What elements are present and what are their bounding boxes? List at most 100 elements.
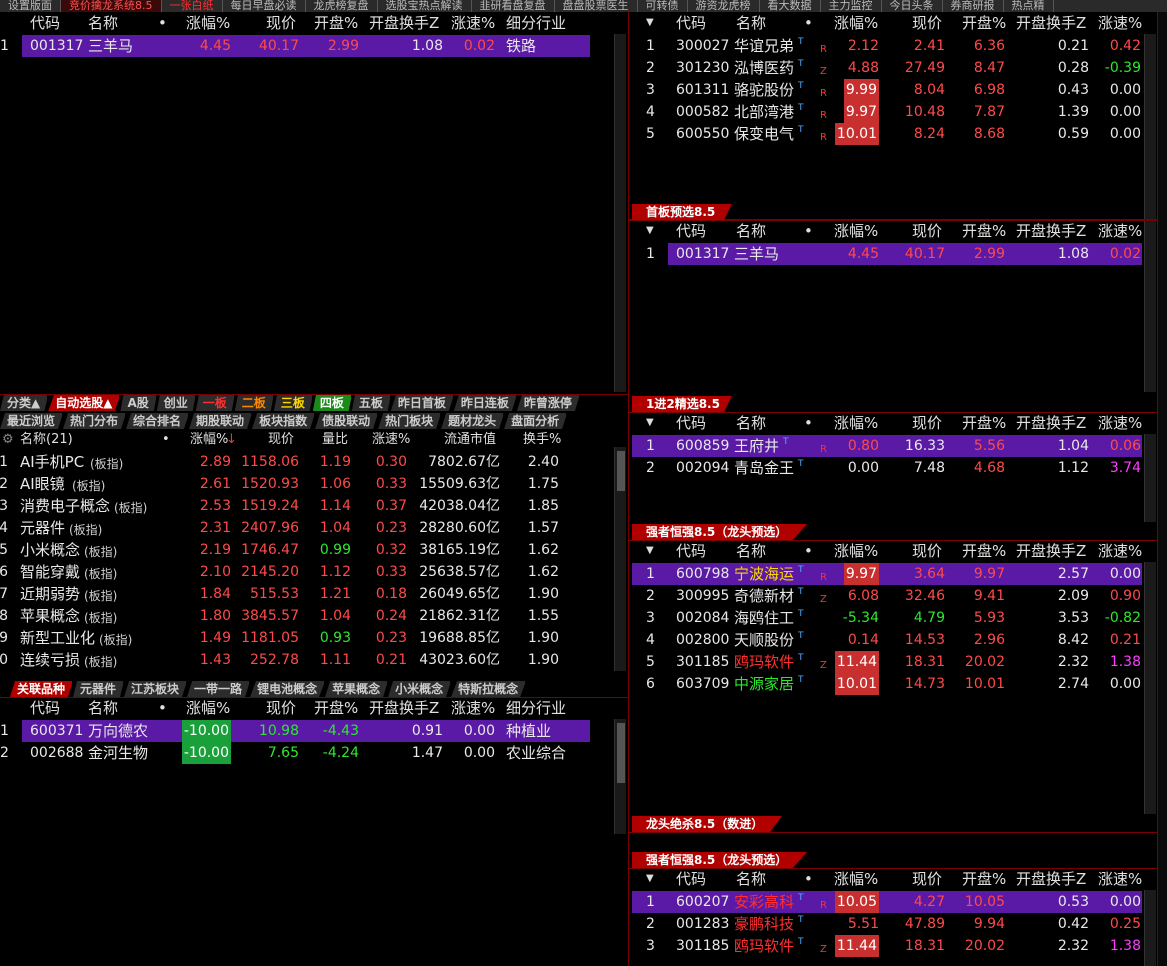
open-pct: 5.56 xyxy=(973,438,1005,454)
sort-arrow-icon: ▼ xyxy=(646,17,654,28)
sector-row[interactable]: 2 AI眼镜 (板指) 2.61 1520.93 1.06 0.33 15509.63亿 1.7… xyxy=(0,473,612,495)
sector-row[interactable]: 8 苹果概念 (板指) 1.80 3845.57 1.04 0.24 21862.31亿 1.5… xyxy=(0,605,612,627)
speed: -0.39 xyxy=(1104,60,1141,76)
turnover: 1.90 xyxy=(527,652,559,668)
tab-7[interactable]: 四板 xyxy=(312,395,352,411)
sector-row[interactable]: 1 AI手机PC (板指) 2.89 1158.06 1.19 0.30 7802.67亿 2.… xyxy=(0,451,612,473)
change-pct: 4.88 xyxy=(819,57,879,79)
top-tab[interactable]: 可转债 xyxy=(638,0,688,12)
top-tab[interactable]: 游资龙虎榜 xyxy=(688,0,760,12)
tab-8[interactable]: 五板 xyxy=(351,395,391,411)
scrollbar[interactable] xyxy=(614,34,626,392)
table-row[interactable]: 4 002800 天顺股份 T 0.14 14.53 2.96 8.42 0.21 xyxy=(632,629,1142,651)
speed: 0.30 xyxy=(375,454,407,470)
tab-1[interactable]: 热门分布 xyxy=(63,413,127,429)
tab-10[interactable]: 昨日连板 xyxy=(453,395,517,411)
stock-name: 鸥玛软件 xyxy=(734,653,795,671)
sector-row[interactable]: 5 小米概念 (板指) 2.19 1746.47 0.99 0.32 38165.19亿 1.6… xyxy=(0,539,612,561)
sector-row[interactable]: 6 智能穿戴 (板指) 2.10 2145.20 1.12 0.33 25638.57亿 1.6… xyxy=(0,561,612,583)
table-row[interactable]: 2 001283 豪鹏科技 T 5.51 47.89 9.94 0.42 0.25 xyxy=(632,913,1142,935)
table-row[interactable]: 1 300027 华谊兄弟 T R 2.12 2.41 6.36 0.21 0.42 xyxy=(632,35,1142,57)
sector-row[interactable]: 9 新型工业化 (板指) 1.49 1181.05 0.93 0.23 19688.85亿 1.… xyxy=(0,627,612,649)
top-tab[interactable]: 龙虎榜复盘 xyxy=(306,0,378,12)
top-tab[interactable]: 券商研报 xyxy=(943,0,1004,12)
tab-2[interactable]: A股 xyxy=(120,395,157,411)
tab-0[interactable]: 分类▲ xyxy=(0,395,49,411)
sector-row[interactable]: 10 连续亏损(板指) 1.43 252.78 1.11 0.21 43023.60亿 1.9… xyxy=(0,649,612,671)
header-turn: 开盘换手Z xyxy=(1016,542,1087,560)
tab-0[interactable]: 关联品种 xyxy=(10,681,74,697)
tab-6[interactable]: 三板 xyxy=(273,395,313,411)
tab-4[interactable]: 锂电池概念 xyxy=(250,681,326,697)
top-tab[interactable]: 盘盘股票医生 xyxy=(555,0,638,12)
tab-5[interactable]: 苹果概念 xyxy=(325,681,389,697)
table-row[interactable]: 4 000582 北部湾港 T R 9.97 10.48 7.87 1.39 0.00 xyxy=(632,101,1142,123)
flag-icon: T xyxy=(798,565,804,575)
tab-1[interactable]: 元器件 xyxy=(73,681,125,697)
scrollbar[interactable] xyxy=(1144,890,1156,966)
table-row[interactable]: 2 300995 奇德新材 T Z 6.08 32.46 9.41 2.09 0.90 xyxy=(632,585,1142,607)
tab-6[interactable]: 热门板块 xyxy=(378,413,442,429)
tab-0[interactable]: 最近浏览 xyxy=(0,413,64,429)
table-row[interactable]: 2 002688 金河生物 -10.00 7.65 -4.24 1.47 0.00 农业综合 xyxy=(0,742,590,764)
table-row[interactable]: 3 301185 鸥玛软件 T Z 11.44 18.31 20.02 2.32 1.38 xyxy=(632,935,1142,957)
sector-name: 新型工业化 xyxy=(20,629,96,647)
tab-5[interactable]: 二板 xyxy=(234,395,274,411)
price: 2407.96 xyxy=(241,520,299,536)
scrollbar[interactable] xyxy=(614,447,626,671)
table-row[interactable]: 1 600207 安彩高科 T R 10.05 4.27 10.05 0.53 0.00 xyxy=(632,891,1142,913)
top-tab[interactable]: 设置版面 xyxy=(0,0,61,12)
top-tab[interactable]: 每日早盘必读 xyxy=(223,0,306,12)
scrollbar[interactable] xyxy=(1144,434,1156,522)
top-tab[interactable]: 热点精 xyxy=(1004,0,1054,12)
tab-7[interactable]: 特斯拉概念 xyxy=(451,681,527,697)
tab-11[interactable]: 昨曾涨停 xyxy=(516,395,580,411)
top-tab[interactable]: 韭研看盘复盘 xyxy=(472,0,555,12)
tab-2[interactable]: 综合排名 xyxy=(126,413,190,429)
scrollbar[interactable] xyxy=(1144,562,1156,814)
stock-name: 骆驼股份 xyxy=(734,81,795,99)
table-row[interactable]: 2 301230 泓博医药 T Z 4.88 27.49 8.47 0.28 -0.39 xyxy=(632,57,1142,79)
change-pct: 2.19 xyxy=(199,542,231,558)
table-row[interactable]: 3 601311 骆驼股份 T R 9.99 8.04 6.98 0.43 0.00 xyxy=(632,79,1142,101)
header-speed: 涨速% xyxy=(1098,414,1143,432)
table-row[interactable]: 2 002094 青岛金王 T 0.00 7.48 4.68 1.12 3.74 xyxy=(632,457,1142,479)
tab-3[interactable]: 创业 xyxy=(156,395,196,411)
sector-row[interactable]: 7 近期弱势 (板指) 1.84 515.53 1.21 0.18 26049.65亿 1.90 xyxy=(0,583,612,605)
table-row[interactable]: 1 600371 万向德农 -10.00 10.98 -4.43 0.91 0.00 种植业 xyxy=(0,720,590,742)
header-speed: 涨速% xyxy=(1098,870,1143,888)
top-tab[interactable]: 一张白纸 xyxy=(162,0,223,12)
tab-3[interactable]: 期股联动 xyxy=(189,413,253,429)
tab-4[interactable]: 板块指数 xyxy=(252,413,316,429)
tab-7[interactable]: 题材龙头 xyxy=(441,413,505,429)
tab-8[interactable]: 盘面分析 xyxy=(504,413,568,429)
top-tab[interactable]: 今日头条 xyxy=(882,0,943,12)
table-row[interactable]: 1 001317 三羊马 4.45 40.17 2.99 1.08 0.02 铁路 xyxy=(0,35,590,57)
top-tab[interactable]: 竞价擒龙系统8.5 xyxy=(61,0,162,12)
table-row[interactable]: 1 600859 王府井 T R 0.80 16.33 5.56 1.04 0.06 xyxy=(632,435,1142,457)
tab-1[interactable]: 自动选股▲ xyxy=(48,395,121,411)
table-row[interactable]: 6 603709 中源家居 T 10.01 14.73 10.01 2.74 0.00 xyxy=(632,673,1142,695)
top-tab[interactable]: 主力监控 xyxy=(821,0,882,12)
scrollbar[interactable] xyxy=(1144,242,1156,392)
turnover: 2.32 xyxy=(1057,938,1089,954)
tab-9[interactable]: 昨日首板 xyxy=(390,395,454,411)
tab-6[interactable]: 小米概念 xyxy=(388,681,452,697)
volume-ratio: 0.93 xyxy=(319,630,351,646)
tab-5[interactable]: 债股联动 xyxy=(315,413,379,429)
scrollbar[interactable] xyxy=(614,719,626,834)
tab-4[interactable]: 一板 xyxy=(195,395,235,411)
sector-row[interactable]: 4 元器件 (板指) 2.31 2407.96 1.04 0.23 28280.60亿 1.57 xyxy=(0,517,612,539)
table-row[interactable]: 3 002084 海鸥住工 T -5.34 4.79 5.93 3.53 -0.82 xyxy=(632,607,1142,629)
table-row[interactable]: 1 600798 宁波海运 T R 9.97 3.64 9.97 2.57 0.00 xyxy=(632,563,1142,585)
gear-icon[interactable]: ⚙ xyxy=(2,429,14,451)
table-row[interactable]: 5 600550 保变电气 T R 10.01 8.24 8.68 0.59 0.00 xyxy=(632,123,1142,145)
table-row[interactable]: 1 001317 三羊马 4.45 40.17 2.99 1.08 0.02 xyxy=(646,243,1142,265)
stock-name: 金河生物 xyxy=(88,744,149,762)
tab-3[interactable]: 一带一路 xyxy=(187,681,251,697)
top-tab[interactable]: 看大数据 xyxy=(760,0,821,12)
sector-row[interactable]: 3 消费电子概念 (板指) 2.53 1519.24 1.14 0.37 42038.04亿 1… xyxy=(0,495,612,517)
table-row[interactable]: 5 301185 鸥玛软件 T Z 11.44 18.31 20.02 2.32 1.38 xyxy=(632,651,1142,673)
top-tab[interactable]: 选股宝热点解读 xyxy=(378,0,472,12)
tab-2[interactable]: 江苏板块 xyxy=(124,681,188,697)
